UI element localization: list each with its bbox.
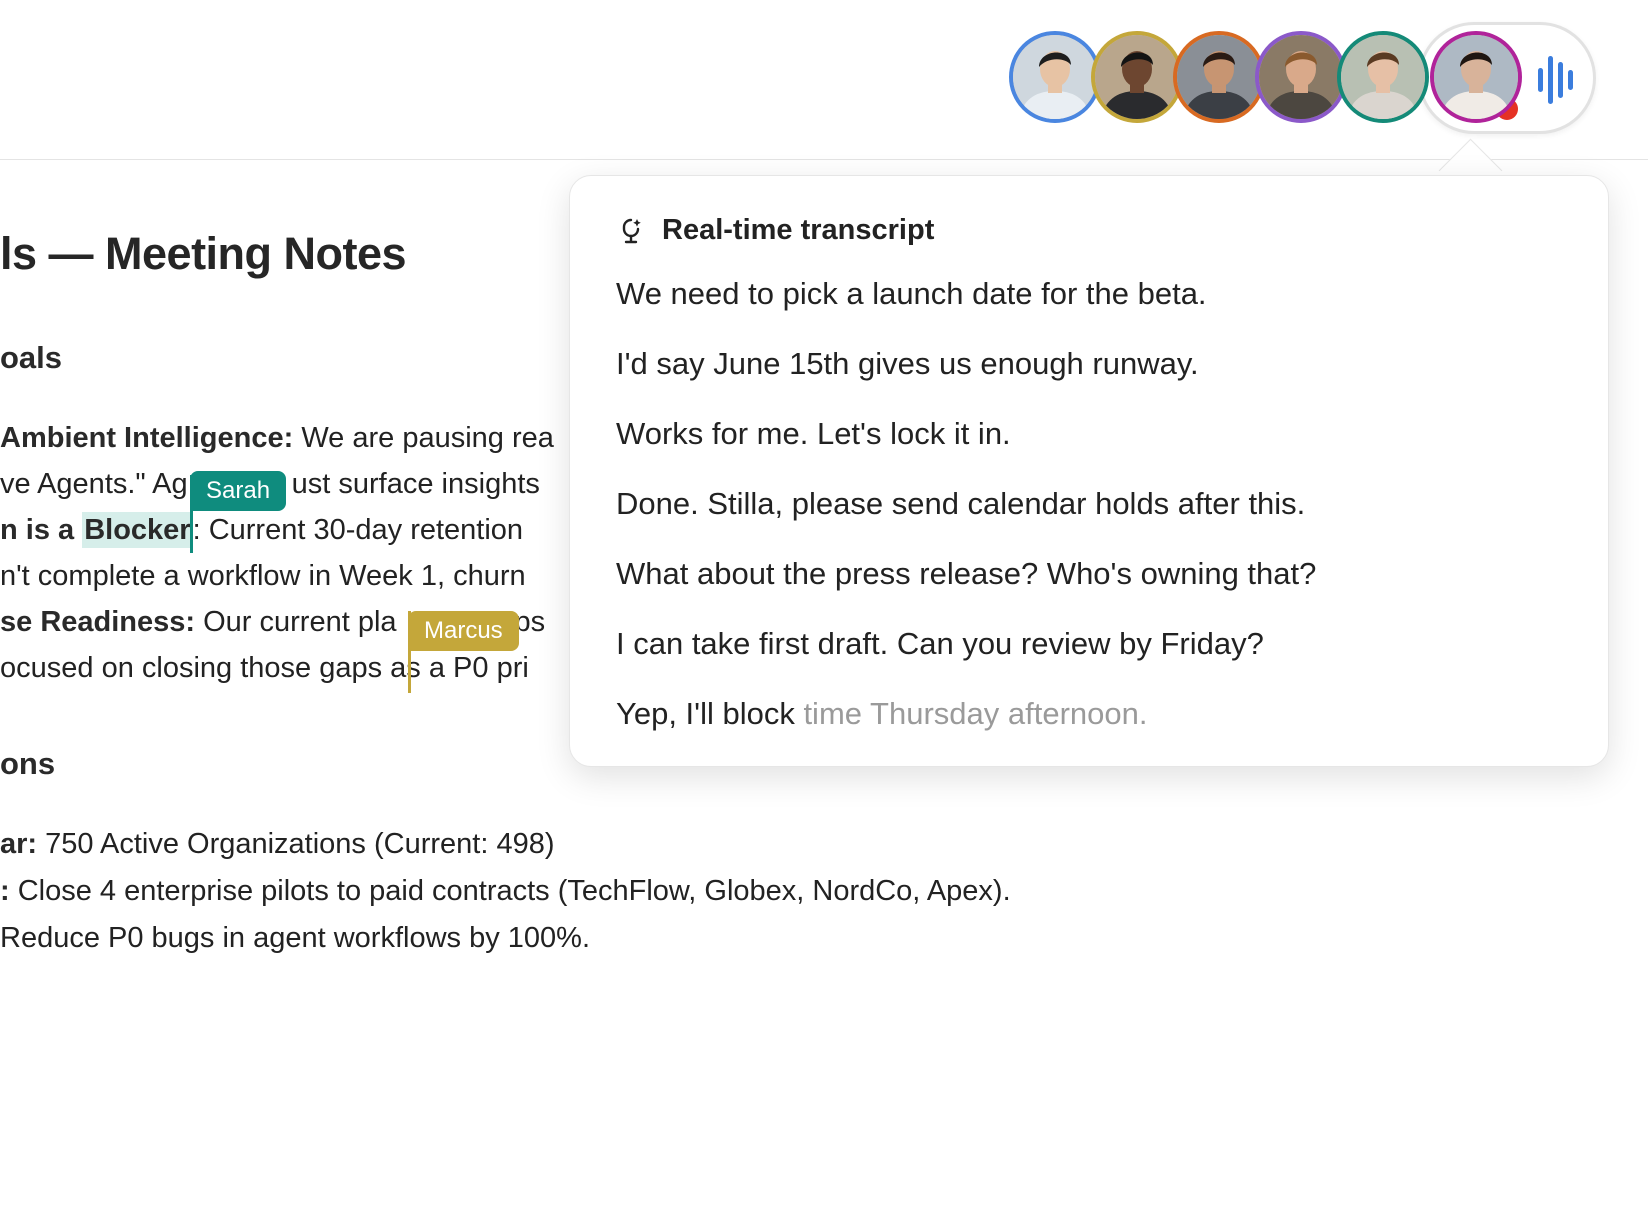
doc-line-2-text-b: ust surface insights [291, 468, 540, 500]
transcript-line: What about the press release? Who's owni… [616, 556, 1317, 591]
transcript-line: We need to pick a launch date for the be… [616, 276, 1207, 311]
avatar-participant-3[interactable] [1173, 31, 1265, 123]
doc-line-5-text-b: ps [514, 606, 546, 638]
transcript-line: Works for me. Let's lock it in. [616, 416, 1011, 451]
section-heading-metrics: ons [0, 746, 56, 781]
avatar-portrait-icon [1341, 35, 1425, 119]
transcript-pending-text: time Thursday afternoon. [794, 696, 1148, 731]
transcript-popover: Real-time transcript We need to pick a l… [569, 175, 1609, 767]
transcript-spoken-text: Yep, I'll block [616, 696, 795, 731]
doc-line-3-label: n is a [0, 514, 83, 546]
page-title: ls — Meeting Notes [0, 228, 407, 279]
doc-line-5-text-a: Our current pla [195, 606, 397, 638]
doc-metric-1-text: 750 Active Organizations (Current: 498) [37, 828, 555, 860]
doc-metric-2-label: : [0, 875, 10, 907]
avatar-participant-4[interactable] [1255, 31, 1347, 123]
transcript-line: Done. Stilla, please send calendar holds… [616, 486, 1306, 521]
doc-metric-2-text: Close 4 enterprise pilots to paid contra… [9, 875, 1011, 907]
avatar-portrait-icon [1013, 35, 1097, 119]
avatar-portrait-icon [1434, 35, 1518, 119]
avatar-participant-5[interactable] [1337, 31, 1429, 123]
doc-line-5-label: se Readiness: [0, 606, 196, 638]
transcript-line: I'd say June 15th gives us enough runway… [616, 346, 1199, 381]
doc-metric-2[interactable]: : Close 4 enterprise pilots to paid cont… [0, 871, 1011, 911]
transcript-line: I can take first draft. Can you review b… [616, 626, 1264, 661]
transcript-line-live: Yep, I'll block time Thursday afternoon. [616, 696, 1148, 732]
doc-line-3[interactable]: n is a Blocker: Current 30-day retention [0, 510, 523, 550]
avatar-portrait-icon [1095, 35, 1179, 119]
voice-waveform-icon[interactable] [1536, 56, 1576, 104]
section-heading-goals: oals [0, 340, 63, 375]
doc-metric-1[interactable]: ar: 750 Active Organizations (Current: 4… [0, 824, 555, 864]
doc-line-6-text-a: ocused on closing those gaps [0, 652, 383, 684]
transcript-title: Real-time transcript [662, 214, 935, 246]
doc-line-4[interactable]: n't complete a workflow in Week 1, churn [0, 556, 526, 596]
marcus-cursor-label: Marcus [408, 611, 519, 651]
doc-metric-1-label: ar: [0, 828, 38, 860]
doc-line-2-text-a: ve Agents." Ag [0, 468, 188, 500]
sarah-cursor-label: Sarah [190, 471, 287, 511]
transcript-header: Real-time transcript [616, 214, 934, 247]
doc-line-1-label: Ambient Intelligence: [0, 422, 294, 454]
doc-metric-3[interactable]: Reduce P0 bugs in agent workflows by 100… [0, 918, 590, 958]
highlighted-text-blocker[interactable]: Blocker [82, 512, 193, 548]
doc-line-1[interactable]: Ambient Intelligence: We are pausing rea [0, 418, 554, 458]
avatar-portrait-icon [1259, 35, 1343, 119]
avatar-participant-1[interactable] [1009, 31, 1101, 123]
avatar-portrait-icon [1177, 35, 1261, 119]
transcript-sparkle-mic-icon [622, 218, 641, 243]
doc-line-6[interactable]: ocused on closing those gaps as a P0 pri [0, 648, 529, 688]
avatar-participant-2[interactable] [1091, 31, 1183, 123]
doc-line-3-text: : Current 30-day retention [192, 514, 524, 546]
avatar-participant-6[interactable] [1430, 31, 1522, 123]
doc-line-1-text: We are pausing rea [293, 422, 554, 454]
doc-line-6-text-b: as a P0 pri [382, 652, 529, 684]
